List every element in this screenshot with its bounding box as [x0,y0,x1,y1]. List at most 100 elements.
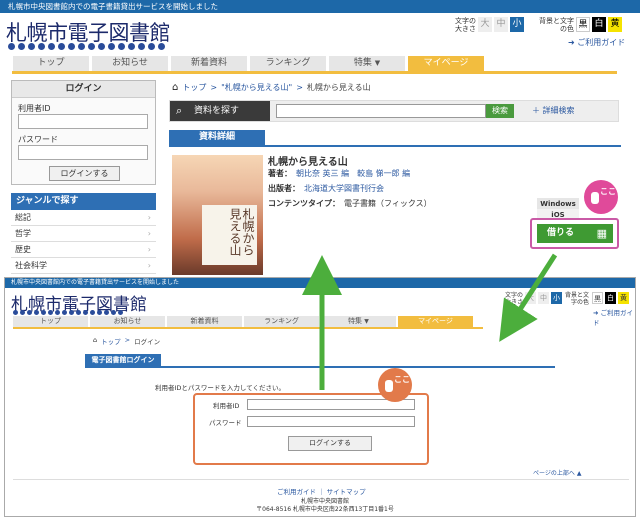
inset-nav-mypage[interactable]: マイページ [398,316,473,327]
inset-nav-features[interactable]: 特集 ▼ [321,316,396,327]
inset-nav-new-items[interactable]: 新着資料 [167,316,242,327]
author-links[interactable]: 朝比奈 英三 編 較島 悌一郎 編 [296,169,410,178]
caret-down-icon: ▼ [364,318,369,325]
search-input[interactable] [276,104,486,118]
color-scheme-label: 背景と文字の色 [539,17,574,33]
breadcrumb: ⌂ トップ > "札幌から見える山" > 札幌から見える山 [172,82,371,93]
inset-font-size-large[interactable]: 大 [525,292,536,304]
color-black[interactable]: 黒 [576,17,590,32]
caret-down-icon: ▼ [374,59,381,67]
publisher-link[interactable]: 北海道大学図書刊行会 [304,184,384,193]
notice-banner[interactable]: 札幌市中央図書館内での電子書籍貸出サービスを開始しました [0,0,640,13]
search-button[interactable]: 検索 [486,104,514,118]
nav-ranking[interactable]: ランキング [250,56,326,71]
page-top-label: ページの上部へ [533,470,575,477]
footer-address: 札幌市中央図書館 〒064-8516 札幌市中央区南22条西13丁目1番1号 [235,498,415,514]
footer-sitemap-link[interactable]: サイトマップ [327,488,366,496]
inset-font-size-small[interactable]: 小 [551,292,562,304]
main-nav: トップ お知らせ 新着資料 ランキング 特集 ▼ マイページ [0,56,640,71]
pointing-hand-icon [591,192,599,204]
inset-font-size-label: 文字の大きさ [504,292,523,306]
inset-color-label: 背景と文字の色 [565,292,590,306]
color-yellow[interactable]: 黄 [608,17,622,32]
detail-tab-line [169,145,621,147]
plus-icon: ＋ [532,106,543,115]
inset-color-yellow[interactable]: 黄 [618,292,629,304]
author-label: 著者： [268,169,292,178]
genre-item[interactable]: 総記 › [11,210,156,226]
cover-title: 札幌から見える山 [202,205,257,265]
font-size-medium[interactable]: 中 [494,17,508,32]
inset-breadcrumb-top[interactable]: トップ [101,336,121,346]
borrow-button[interactable]: 借りる ▦ [537,224,613,243]
inset-user-id-label: 利用者ID [213,402,240,410]
footer-address-line: 〒064-8516 札幌市中央区南22条西13丁目1番1号 [256,506,394,513]
inset-login-tab: 電子図書館ログイン [85,354,161,366]
password-label: パスワード [18,135,58,144]
book-cover: 札幌から見える山 [172,155,263,275]
nav-features[interactable]: 特集 ▼ [329,56,405,71]
inset-nav-ranking[interactable]: ランキング [244,316,319,327]
genre-label: 総記 [15,213,31,222]
inset-login-form: 利用者ID パスワード ログインする [193,393,429,465]
inset-callout-text: ここ [394,375,410,384]
inset-font-size-medium[interactable]: 中 [538,292,549,304]
genre-item[interactable]: 哲学 › [11,226,156,242]
advanced-search-link[interactable]: ＋ 詳細検索 [532,105,575,116]
nav-top[interactable]: トップ [13,56,89,71]
publisher-label: 出版者： [268,184,300,193]
advanced-search-label: 詳細検索 [542,106,575,115]
inset-color-white[interactable]: 白 [605,292,616,304]
breadcrumb-top[interactable]: トップ [182,82,206,93]
publisher-row: 出版者： 北海道大学図書刊行会 [268,183,384,194]
login-button[interactable]: ログインする [49,166,120,181]
genre-label: 歴史 [15,245,31,254]
inset-nav-top[interactable]: トップ [13,316,88,327]
chevron-right-icon: › [147,229,151,238]
callout-pink: ここ [584,180,618,214]
chevron-right-icon: › [147,213,151,222]
breadcrumb-current: 札幌から見える山 [306,83,371,92]
breadcrumb-search[interactable]: "札幌から見える山" [221,82,292,93]
callout-text: ここ [600,187,616,196]
inset-password-input[interactable] [247,416,415,427]
inset-breadcrumb-current: ログイン [134,338,161,346]
genre-item[interactable]: 歴史 › [11,242,156,258]
font-size-large[interactable]: 大 [478,17,492,32]
nav-new-items[interactable]: 新着資料 [171,56,247,71]
inset-color-black[interactable]: 黒 [592,292,603,304]
footer-divider [13,479,629,480]
inset-login-button[interactable]: ログインする [288,436,372,451]
nav-news[interactable]: お知らせ [92,56,168,71]
nav-mypage[interactable]: マイページ [408,56,484,71]
content-type-row: コンテンツタイプ： 電子書籍（フィックス） [268,198,432,209]
inset-nav-features-label: 特集 [348,317,363,325]
nav-underline [12,71,617,74]
login-screen-inset: 札幌市中央図書館内での電子書籍貸出サービスを開始しました 札幌市電子図書館 文字… [4,277,636,517]
breadcrumb-sep: > [296,83,303,92]
inset-banner[interactable]: 札幌市中央図書館内での電子書籍貸出サービスを開始しました [5,278,635,288]
inset-tab-line [85,366,555,368]
genre-title: ジャンルで探す [11,193,156,210]
genre-item[interactable]: 社会科学 › [11,258,156,274]
footer-guide-link[interactable]: ご利用ガイド [277,488,316,496]
callout-orange: ここ [378,368,412,402]
color-white[interactable]: 白 [592,17,606,32]
logo-dots [8,43,165,50]
user-id-input[interactable] [18,114,148,129]
inset-nav: トップ お知らせ 新着資料 ランキング 特集 ▼ マイページ [5,316,635,327]
genre-label: 社会科学 [15,261,47,270]
chevron-right-icon: › [147,261,151,270]
font-size-label: 文字の大きさ [455,17,476,33]
pointing-hand-icon [385,380,393,392]
font-size-small[interactable]: 小 [510,17,524,32]
header: 札幌市電子図書館 文字の大きさ 大 中 小 背景と文字の色 黒 白 黄 ➜ ご利… [0,13,640,55]
page-top-link[interactable]: ページの上部へ ▲ [533,468,581,477]
book-search-icon: ⌕ [176,104,183,117]
footer-links: ご利用ガイド ｜ サイトマップ [277,488,366,496]
search-bar: ⌕ 資料を探す 検索 ＋ 詳細検索 [169,100,619,122]
inset-nav-underline [13,327,483,329]
password-input[interactable] [18,145,148,160]
guide-link[interactable]: ➜ ご利用ガイド [568,37,625,48]
inset-nav-news[interactable]: お知らせ [90,316,165,327]
